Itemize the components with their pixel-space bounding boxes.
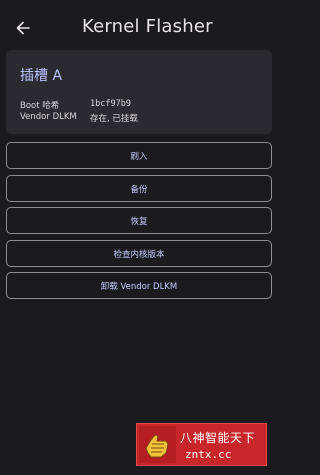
vendor-dlkm-value: 存在, 已挂载 (90, 114, 138, 124)
flash-button[interactable]: 刷入 (6, 142, 272, 169)
app-title: Kernel Flasher (82, 16, 213, 37)
boot-hash-label: Boot 哈希 (20, 101, 60, 111)
check-kernel-version-button[interactable]: 检查内核版本 (6, 240, 272, 267)
restore-button[interactable]: 恢复 (6, 207, 272, 234)
slot-title: 插槽 A (20, 68, 63, 84)
top-app-bar: Kernel Flasher (0, 0, 278, 56)
thumbs-up-logo-icon (139, 426, 176, 463)
back-button[interactable] (12, 17, 34, 39)
slot-card: 插槽 A Boot 哈希 1bcf97b9 Vendor DLKM 存在, 已挂… (6, 50, 272, 134)
backup-button[interactable]: 备份 (6, 175, 272, 202)
boot-hash-value: 1bcf97b9 (90, 99, 131, 109)
watermark-title: 八神智能天下 (180, 431, 256, 445)
arrow-left-icon (16, 21, 30, 35)
watermark-badge: 八神智能天下 zntx.cc (136, 423, 267, 466)
kernel-flasher-screen: Kernel Flasher 插槽 A Boot 哈希 1bcf97b9 Ven… (0, 0, 278, 475)
vendor-dlkm-label: Vendor DLKM (20, 112, 77, 122)
watermark-url: zntx.cc (185, 448, 232, 461)
unmount-vendor-dlkm-button[interactable]: 卸载 Vendor DLKM (6, 272, 272, 299)
